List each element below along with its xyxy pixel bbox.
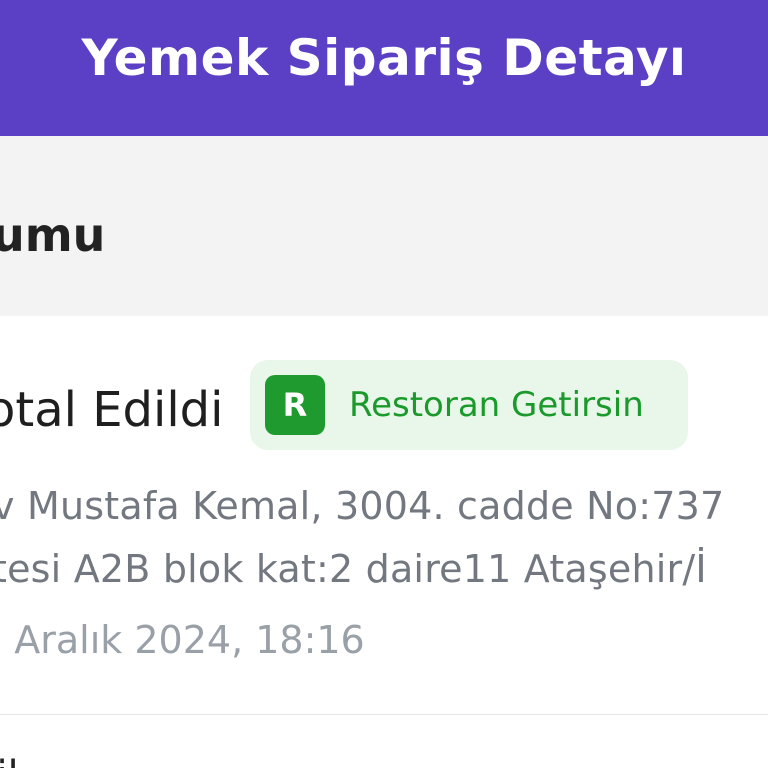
restaurant-delivery-icon: R [265, 375, 325, 435]
delivery-address-line-1: v Mustafa Kemal, 3004. cadde No:737 [0, 484, 725, 528]
order-status-section-header: umu [0, 136, 768, 316]
app-header: Yemek Sipariş Detayı [0, 0, 768, 136]
next-section-partial-text: ril [0, 756, 19, 768]
order-datetime: 5 Aralık 2024, 18:16 [0, 618, 365, 662]
order-detail-screen: Yemek Sipariş Detayı umu otal Edildi R R… [0, 0, 768, 768]
section-title: umu [0, 208, 106, 262]
page-title: Yemek Sipariş Detayı [81, 29, 687, 87]
order-status: otal Edildi [0, 382, 224, 438]
delivery-method-label: Restoran Getirsin [349, 385, 644, 425]
order-card: otal Edildi R Restoran Getirsin v Mustaf… [0, 316, 768, 714]
delivery-method-badge: R Restoran Getirsin [250, 360, 688, 450]
section-divider [0, 714, 768, 715]
delivery-address-line-2: tesi A2B blok kat:2 daire11 Ataşehir/İ [0, 547, 707, 591]
